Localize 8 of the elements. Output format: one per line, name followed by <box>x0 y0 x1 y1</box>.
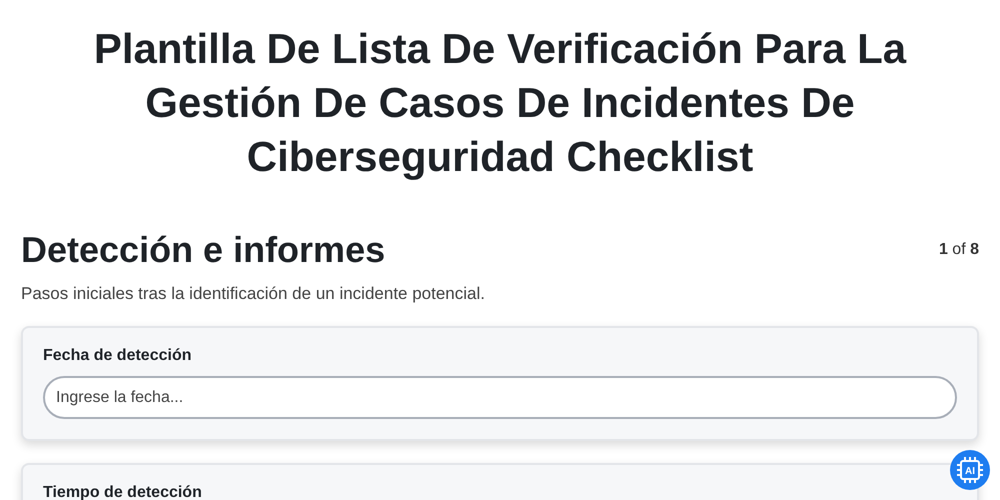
page-title: Plantilla De Lista De Verificación Para La Gestión De Casos De Incidentes De Ciberseguridad Checklist <box>92 24 908 182</box>
ai-button[interactable]: AI <box>950 450 990 490</box>
input-field[interactable]: Ingrese la fecha... <box>43 376 957 419</box>
field-label: Tiempo de detección <box>43 484 203 500</box>
section-description: Pasos iniciales tras la identificación de un incidente potencial. <box>21 284 486 304</box>
section-heading: Detección e informes <box>21 228 386 272</box>
field-label: Fecha de detección <box>43 347 192 365</box>
step-counter: 1 of 8 <box>938 241 979 259</box>
